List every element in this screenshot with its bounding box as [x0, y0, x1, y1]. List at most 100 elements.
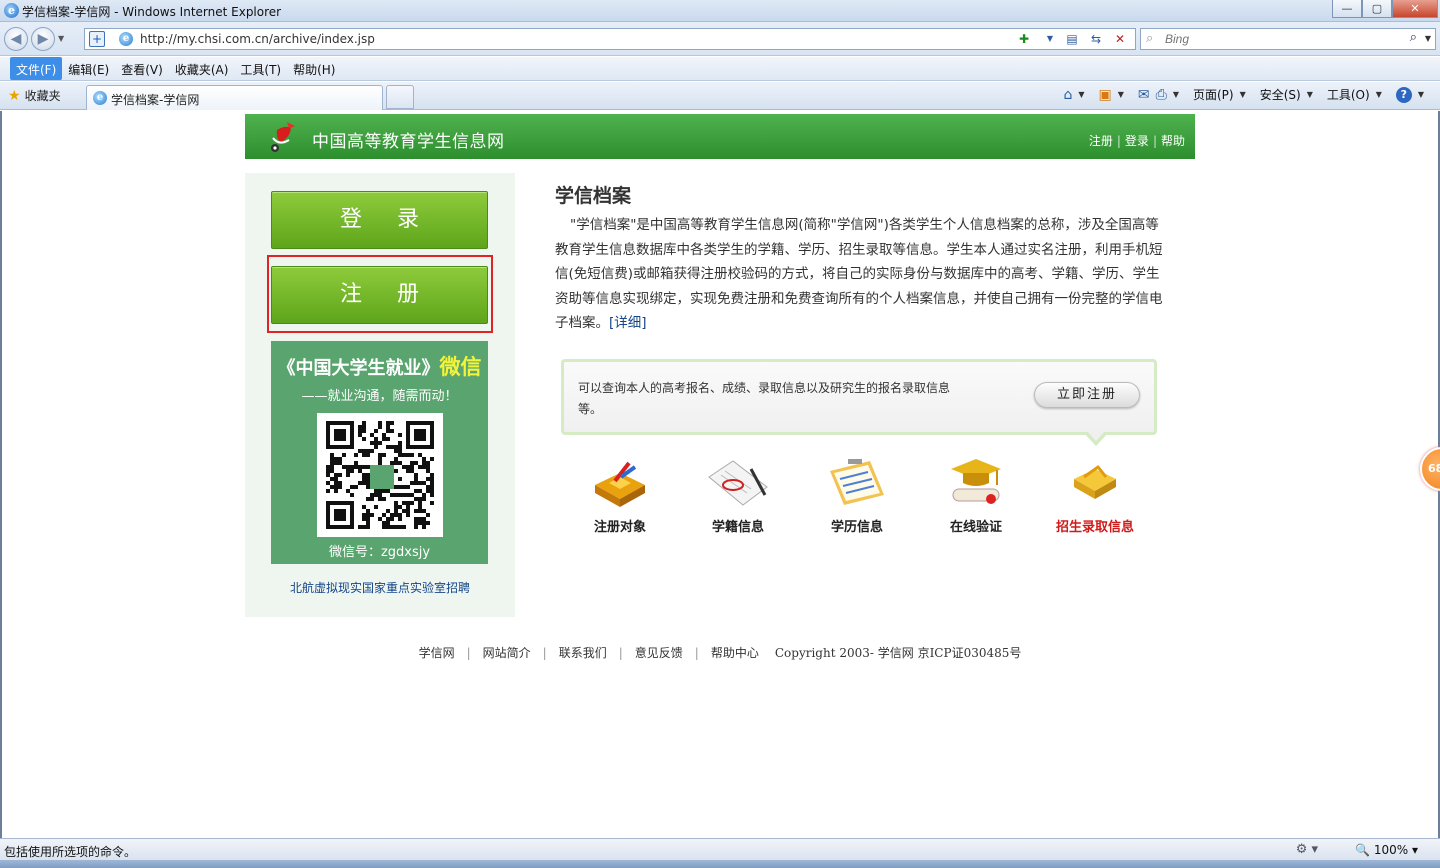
- print-dropdown-icon[interactable]: ▼: [1173, 90, 1179, 99]
- back-button[interactable]: ◀: [4, 27, 28, 51]
- tab-title: 学信档案-学信网: [111, 93, 200, 107]
- feature-admission-info[interactable]: 招生录取信息: [1050, 455, 1140, 535]
- page-favicon-icon: e: [119, 32, 133, 46]
- tools-menu[interactable]: 工具(O): [1327, 86, 1370, 103]
- status-message: 包括使用所选项的命令。: [4, 845, 137, 859]
- callout-pointer-inner: [1087, 431, 1105, 441]
- safety-menu[interactable]: 安全(S): [1260, 86, 1301, 103]
- feature-register-target[interactable]: 注册对象: [575, 455, 665, 535]
- search-provider-icon: ⌕: [1146, 31, 1154, 46]
- mail-icon[interactable]: ✉: [1138, 87, 1150, 103]
- feeds-icon[interactable]: ▣: [1098, 87, 1111, 103]
- safety-dropdown-icon[interactable]: ▼: [1307, 90, 1313, 99]
- new-tab-button[interactable]: [386, 85, 414, 109]
- separator: |: [694, 646, 699, 660]
- wechat-title-highlight: 微信: [439, 354, 482, 379]
- copyright: Copyright 2003- 学信网 京ICP证030485号: [774, 646, 1022, 660]
- home-icon[interactable]: ⌂: [1063, 87, 1072, 103]
- search-options-icon[interactable]: ▼: [1425, 34, 1431, 43]
- help-icon[interactable]: ?: [1395, 86, 1412, 103]
- minimize-button[interactable]: —: [1332, 0, 1362, 18]
- wechat-title: 《中国大学生就业》微信: [271, 351, 488, 381]
- wechat-subtitle: ——就业沟通，随需而动！: [301, 389, 458, 404]
- detail-link[interactable]: [详细]: [609, 315, 647, 331]
- header-register-link[interactable]: 注册: [1089, 134, 1113, 148]
- separator: |: [1152, 134, 1157, 148]
- history-dropdown-icon[interactable]: ▼: [58, 34, 64, 43]
- menu-edit[interactable]: 编辑(E): [62, 57, 115, 80]
- close-button[interactable]: ✕: [1392, 0, 1438, 18]
- stop-icon[interactable]: ✕: [1111, 31, 1129, 47]
- menu-tools[interactable]: 工具(T): [234, 57, 287, 80]
- menu-view[interactable]: 查看(V): [115, 57, 169, 80]
- sidebar-bottom-link[interactable]: 北航虚拟现实国家重点实验室招聘: [245, 579, 515, 596]
- help-dropdown-icon[interactable]: ▼: [1418, 90, 1424, 99]
- favorites-bar: ★ 收藏夹 e 学信档案-学信网 ⌂ ▼ ▣ ▼ ✉ ⎙ ▼ 页面(P) ▼ 安全(S) ▼…: [0, 82, 1440, 110]
- search-input[interactable]: [1165, 31, 1405, 47]
- feature-online-verify[interactable]: 在线验证: [931, 455, 1021, 535]
- ie-logo-icon: e: [4, 3, 19, 18]
- search-box[interactable]: ⌕ ⌕ ▼: [1140, 28, 1436, 50]
- wechat-qr-code: [317, 413, 443, 537]
- protected-mode-icon[interactable]: ⚙ ▾: [1296, 842, 1318, 857]
- page-dropdown-icon[interactable]: ▼: [1240, 90, 1246, 99]
- wechat-promo-card[interactable]: 《中国大学生就业》微信 ——就业沟通，随需而动！ 微信号：zgdxsjy: [271, 341, 488, 564]
- menu-favorites[interactable]: 收藏夹(A): [169, 57, 235, 80]
- feature-label: 在线验证: [949, 520, 1002, 535]
- header-help-link[interactable]: 帮助: [1161, 134, 1185, 148]
- address-bar[interactable]: + e http://my.chsi.com.cn/archive/index.…: [84, 28, 1136, 50]
- addon-icon[interactable]: ✚: [1015, 31, 1033, 47]
- tab-favicon-icon: e: [93, 91, 107, 105]
- wechat-id: 微信号：zgdxsjy: [328, 545, 431, 560]
- menu-help[interactable]: 帮助(H): [287, 57, 341, 80]
- favorites-label: 收藏夹: [24, 89, 61, 103]
- tools-dropdown-icon[interactable]: ▼: [1376, 90, 1382, 99]
- footer-link-help[interactable]: 帮助中心: [711, 646, 759, 660]
- zoom-value: 100%: [1373, 843, 1409, 857]
- page-title: 学信档案: [555, 185, 632, 207]
- feature-label: 注册对象: [593, 520, 646, 535]
- tab-current[interactable]: e 学信档案-学信网: [86, 85, 383, 110]
- separator: |: [542, 646, 547, 660]
- login-button[interactable]: 登 录: [271, 191, 488, 249]
- menu-bar: 文件(F) 编辑(E) 查看(V) 收藏夹(A) 工具(T) 帮助(H): [0, 57, 1440, 81]
- feature-enrollment-info[interactable]: 学籍信息: [693, 455, 783, 535]
- site-name[interactable]: 中国高等教育学生信息网: [312, 127, 505, 152]
- forward-button[interactable]: ▶: [31, 27, 55, 51]
- site-logo-icon[interactable]: [267, 120, 299, 154]
- url-text[interactable]: http://my.chsi.com.cn/archive/index.jsp: [140, 32, 375, 46]
- command-bar: ⌂ ▼ ▣ ▼ ✉ ⎙ ▼ 页面(P) ▼ 安全(S) ▼ 工具(O) ▼ ? ▼: [1063, 86, 1432, 103]
- address-dropdown-icon[interactable]: ▼: [1041, 31, 1059, 47]
- menu-file[interactable]: 文件(F): [10, 57, 63, 80]
- feeds-dropdown-icon[interactable]: ▼: [1118, 90, 1124, 99]
- taskbar: [0, 860, 1440, 868]
- register-now-button[interactable]: 立即注册: [1034, 382, 1140, 408]
- feature-label: 招生录取信息: [1055, 520, 1134, 535]
- separator: |: [1116, 134, 1121, 148]
- intro-text: "学信档案"是中国高等教育学生信息网(简称"学信网")各类学生个人信息档案的总称…: [555, 217, 1163, 331]
- page-menu[interactable]: 页面(P): [1193, 86, 1234, 103]
- address-toolbar: ◀ ▶ ▼ + e http://my.chsi.com.cn/archive/…: [0, 22, 1440, 56]
- compat-view-icon[interactable]: ▤: [1063, 31, 1081, 47]
- window-titlebar: e 学信档案-学信网 - Windows Internet Explorer —…: [0, 0, 1440, 22]
- search-icon[interactable]: ⌕: [1410, 30, 1417, 45]
- window-title: 学信档案-学信网 - Windows Internet Explorer: [22, 5, 282, 19]
- footer-link-about[interactable]: 网站简介: [483, 646, 531, 660]
- home-dropdown-icon[interactable]: ▼: [1078, 90, 1084, 99]
- online-verify-icon: [951, 459, 1001, 504]
- compatibility-icon[interactable]: +: [89, 31, 105, 47]
- maximize-button[interactable]: ▢: [1362, 0, 1392, 18]
- favorites-button[interactable]: ★ 收藏夹: [8, 87, 61, 104]
- zoom-level[interactable]: 🔍 100% ▾: [1355, 843, 1418, 857]
- feature-degree-info[interactable]: 学历信息: [812, 455, 902, 535]
- header-login-link[interactable]: 登录: [1125, 134, 1149, 148]
- enrollment-info-icon: [708, 460, 768, 506]
- print-icon[interactable]: ⎙: [1156, 87, 1167, 103]
- register-button[interactable]: 注 册: [271, 266, 488, 324]
- admission-info-icon: [1074, 464, 1116, 499]
- footer-link-contact[interactable]: 联系我们: [559, 646, 607, 660]
- footer-link-chsi[interactable]: 学信网: [419, 646, 455, 660]
- refresh-icon[interactable]: ⇆: [1087, 31, 1105, 47]
- register-target-icon: [595, 461, 645, 507]
- footer-link-feedback[interactable]: 意见反馈: [635, 646, 683, 660]
